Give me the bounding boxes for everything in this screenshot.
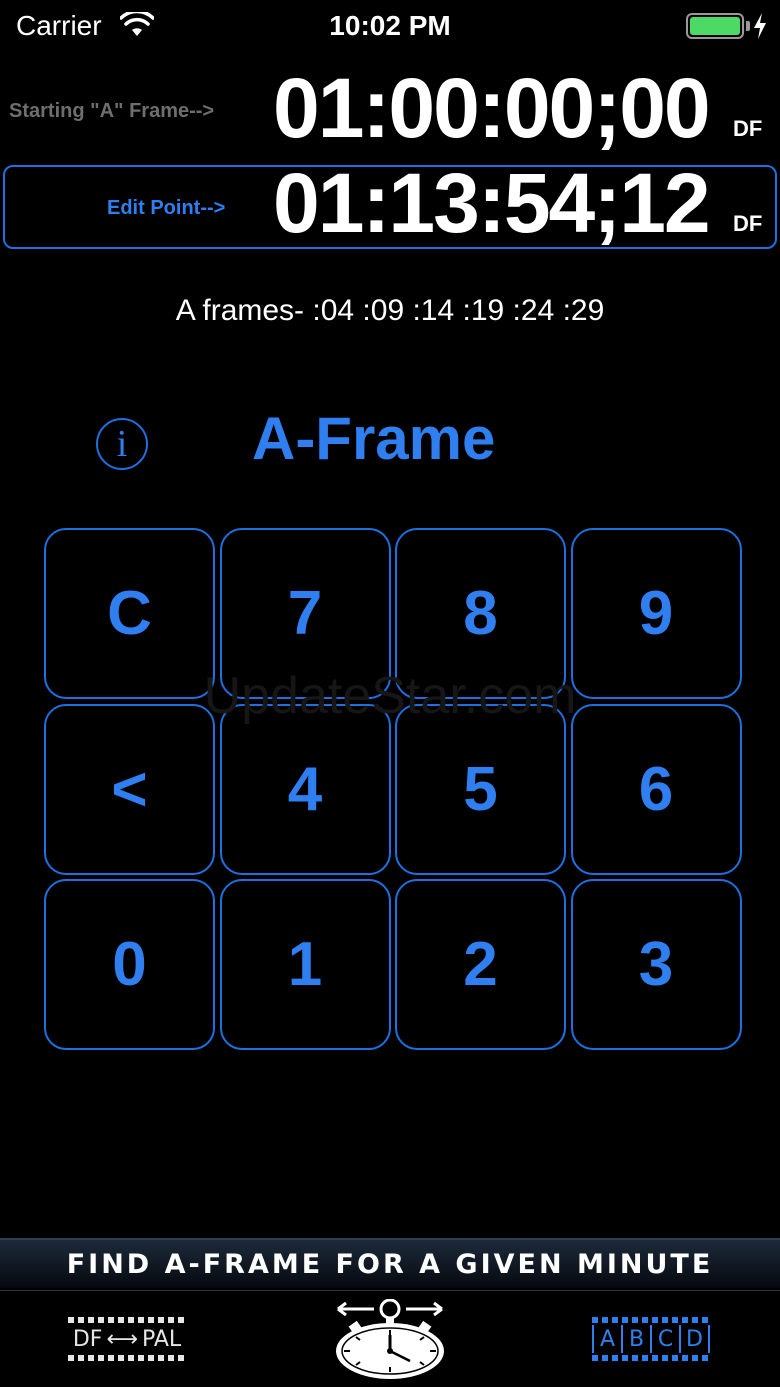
abcd-letter: C <box>650 1325 679 1353</box>
key-6[interactable]: 6 <box>570 703 742 875</box>
key-5[interactable]: 5 <box>395 703 566 875</box>
tab-stopwatch[interactable] <box>330 1298 450 1381</box>
battery-tip <box>746 21 750 31</box>
key-3[interactable]: 3 <box>570 879 742 1050</box>
df-pal-film-icon: DF ⟷ PAL <box>68 1317 186 1361</box>
df-pal-right-label: PAL <box>141 1326 182 1352</box>
clear-key[interactable]: C <box>44 528 215 699</box>
charging-bolt-icon <box>754 13 766 39</box>
info-button[interactable]: i <box>96 418 148 470</box>
starting-timecode-mode: DF <box>733 116 763 141</box>
mode-description-banner: FIND A-FRAME FOR A GIVEN MINUTE <box>0 1238 780 1288</box>
abcd-film-icon: A B C D <box>592 1317 710 1361</box>
starting-timecode: 01:00:00;00 <box>273 61 711 155</box>
key-9[interactable]: 9 <box>570 528 742 699</box>
edit-point-row[interactable]: Edit Point--> 01:13:54;12 DF <box>3 161 777 249</box>
key-8[interactable]: 8 <box>395 528 566 699</box>
key-2[interactable]: 2 <box>395 879 566 1050</box>
battery-icon <box>686 13 744 39</box>
key-0[interactable]: 0 <box>44 879 215 1050</box>
starting-a-frame-row[interactable]: Starting "A" Frame--> 01:00:00;00 DF <box>3 66 777 154</box>
tab-abcd[interactable]: A B C D <box>592 1317 710 1361</box>
abcd-letter: D <box>679 1325 710 1353</box>
tab-bar: DF ⟷ PAL A B C D <box>0 1290 780 1387</box>
stopwatch-icon <box>336 1298 444 1379</box>
abcd-letter: A <box>592 1325 621 1353</box>
key-7[interactable]: 7 <box>219 528 391 699</box>
a-frames-list: A frames- :04 :09 :14 :19 :24 :29 <box>175 294 605 327</box>
starting-a-frame-label: Starting "A" Frame--> <box>9 100 215 122</box>
key-4[interactable]: 4 <box>219 703 391 875</box>
df-pal-arrow: ⟷ <box>106 1326 138 1352</box>
df-pal-left-label: DF <box>72 1326 103 1352</box>
status-bar: Carrier 10:02 PM <box>0 0 780 52</box>
edit-point-timecode: 01:13:54;12 <box>273 156 711 250</box>
battery-level-fill <box>690 17 740 35</box>
keypad: C 7 8 9 < 4 5 6 0 1 2 3 <box>44 528 744 1050</box>
mode-title: A-Frame <box>252 405 496 472</box>
backspace-key[interactable]: < <box>44 703 215 875</box>
tab-df-pal[interactable]: DF ⟷ PAL <box>68 1317 186 1361</box>
edit-point-timecode-mode: DF <box>733 211 763 236</box>
abcd-letter: B <box>621 1325 650 1353</box>
status-time: 10:02 PM <box>329 10 451 41</box>
key-1[interactable]: 1 <box>219 879 391 1050</box>
edit-point-label: Edit Point--> <box>107 197 226 219</box>
